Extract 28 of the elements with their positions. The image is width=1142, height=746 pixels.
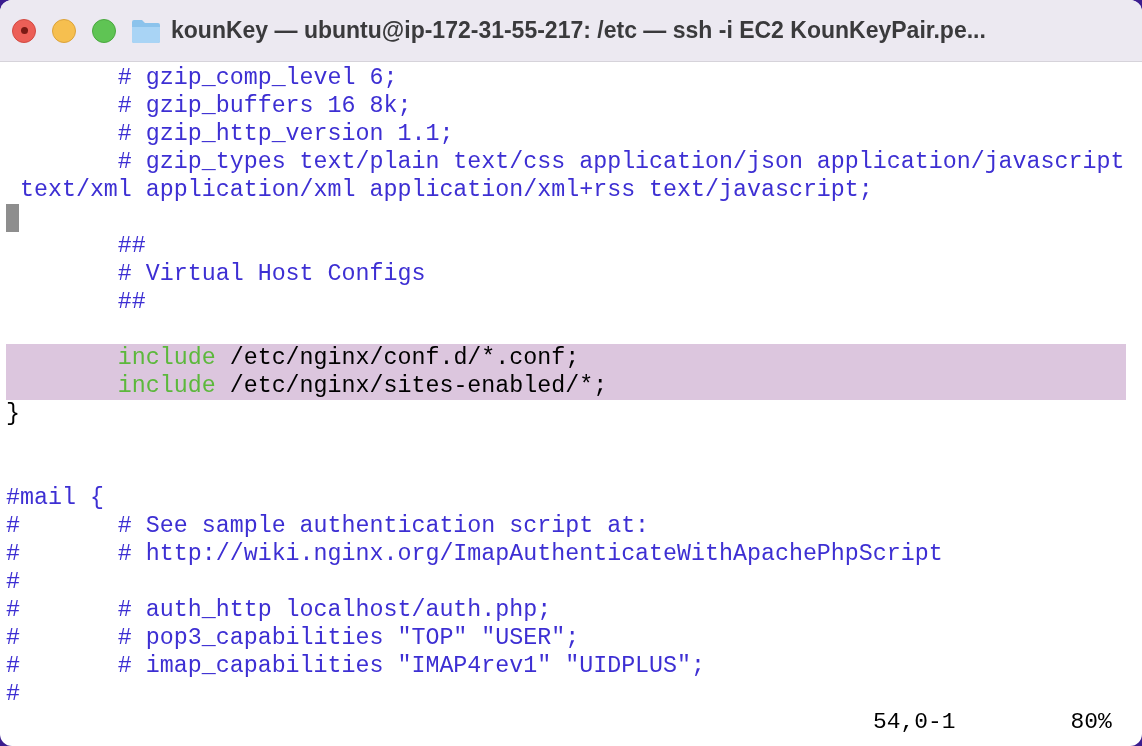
code-comment: # gzip_http_version 1.1; bbox=[116, 120, 454, 148]
code-comment: # bbox=[6, 568, 20, 596]
code-text: /etc/nginx/conf.d/*.conf; bbox=[228, 344, 580, 372]
code-comment: # # http://wiki.nginx.org/ImapAuthenticateWithApachePhpScript bbox=[6, 540, 943, 568]
code-comment: ## bbox=[116, 288, 146, 316]
code-comment: # gzip_comp_level 6; bbox=[116, 64, 398, 92]
code-keyword: include bbox=[116, 372, 216, 400]
code-text: /etc/nginx/sites-enabled/*; bbox=[228, 372, 608, 400]
code-comment: # # pop3_capabilities "TOP" "USER"; bbox=[6, 624, 580, 652]
folder-icon bbox=[131, 17, 161, 44]
code-comment: text/xml application/xml application/xml+rss text/javascript; bbox=[18, 176, 873, 204]
code-comment: # gzip_types text/plain text/css application/json application/javascript bbox=[116, 148, 1125, 176]
code-comment: # # auth_http localhost/auth.php; bbox=[6, 596, 552, 624]
code-comment: # # imap_capabilities "IMAP4rev1" "UIDPLUS"; bbox=[6, 652, 706, 680]
code-comment: #mail { bbox=[6, 484, 104, 512]
close-button[interactable] bbox=[12, 18, 36, 43]
code-comment: # Virtual Host Configs bbox=[116, 260, 426, 288]
scroll-percentage: 80% bbox=[1070, 708, 1112, 736]
cursor-position: 54,0-1 bbox=[873, 708, 956, 736]
window-title: kounKey — ubuntu@ip-172-31-55-217: /etc — ssh -i EC2 KounKeyPair.pe... bbox=[171, 16, 986, 46]
zoom-button[interactable] bbox=[92, 18, 116, 43]
code-comment: # bbox=[6, 680, 20, 708]
code-comment: ## bbox=[116, 232, 146, 260]
minimize-button[interactable] bbox=[52, 18, 76, 43]
code-text: } bbox=[6, 400, 20, 428]
code-comment: # gzip_buffers 16 8k; bbox=[116, 92, 412, 120]
code-comment: # # See sample authentication script at: bbox=[6, 512, 650, 540]
code-keyword: include bbox=[116, 344, 216, 372]
